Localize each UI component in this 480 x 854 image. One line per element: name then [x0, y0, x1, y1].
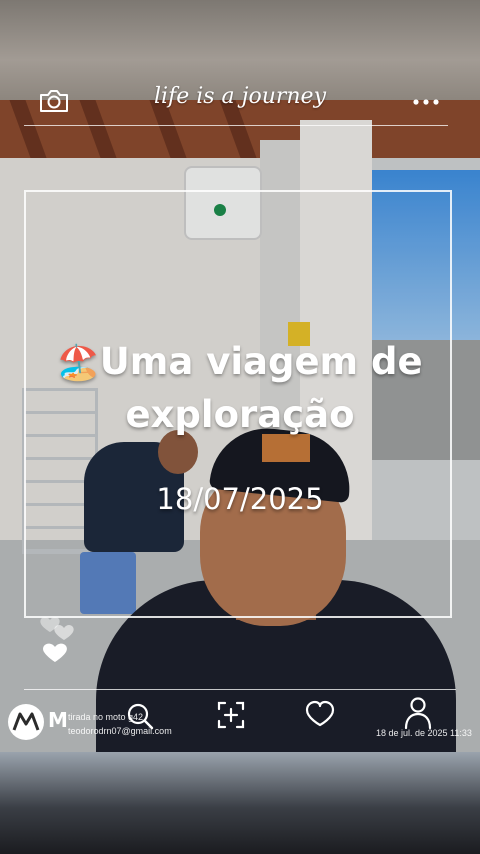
camera-icon[interactable]	[38, 88, 70, 114]
page-title: life is a journey	[153, 84, 327, 109]
add-photo-icon[interactable]	[216, 700, 246, 730]
beach-umbrella-icon: 🏖️	[57, 343, 100, 383]
person-icon[interactable]	[404, 696, 432, 730]
more-dots-icon[interactable]	[410, 96, 442, 108]
heart-icon[interactable]	[304, 700, 336, 728]
brand-mark: M	[48, 708, 68, 732]
search-icon[interactable]	[126, 702, 154, 730]
motorola-logo-icon	[8, 704, 44, 740]
email-label: teodorodrn07@gmail.com	[68, 726, 172, 736]
hearts-icon	[40, 617, 74, 662]
blurred-background-bottom	[0, 752, 480, 854]
frame-line-top	[24, 125, 448, 126]
headline-line1: Uma viagem de	[99, 340, 423, 383]
headline: 🏖️Uma viagem de exploração	[24, 336, 456, 441]
overlay-date: 18/07/2025	[156, 482, 324, 516]
headline-line2: exploração	[125, 393, 355, 436]
timestamp: 18 de jul. de 2025 11:33	[376, 728, 472, 738]
